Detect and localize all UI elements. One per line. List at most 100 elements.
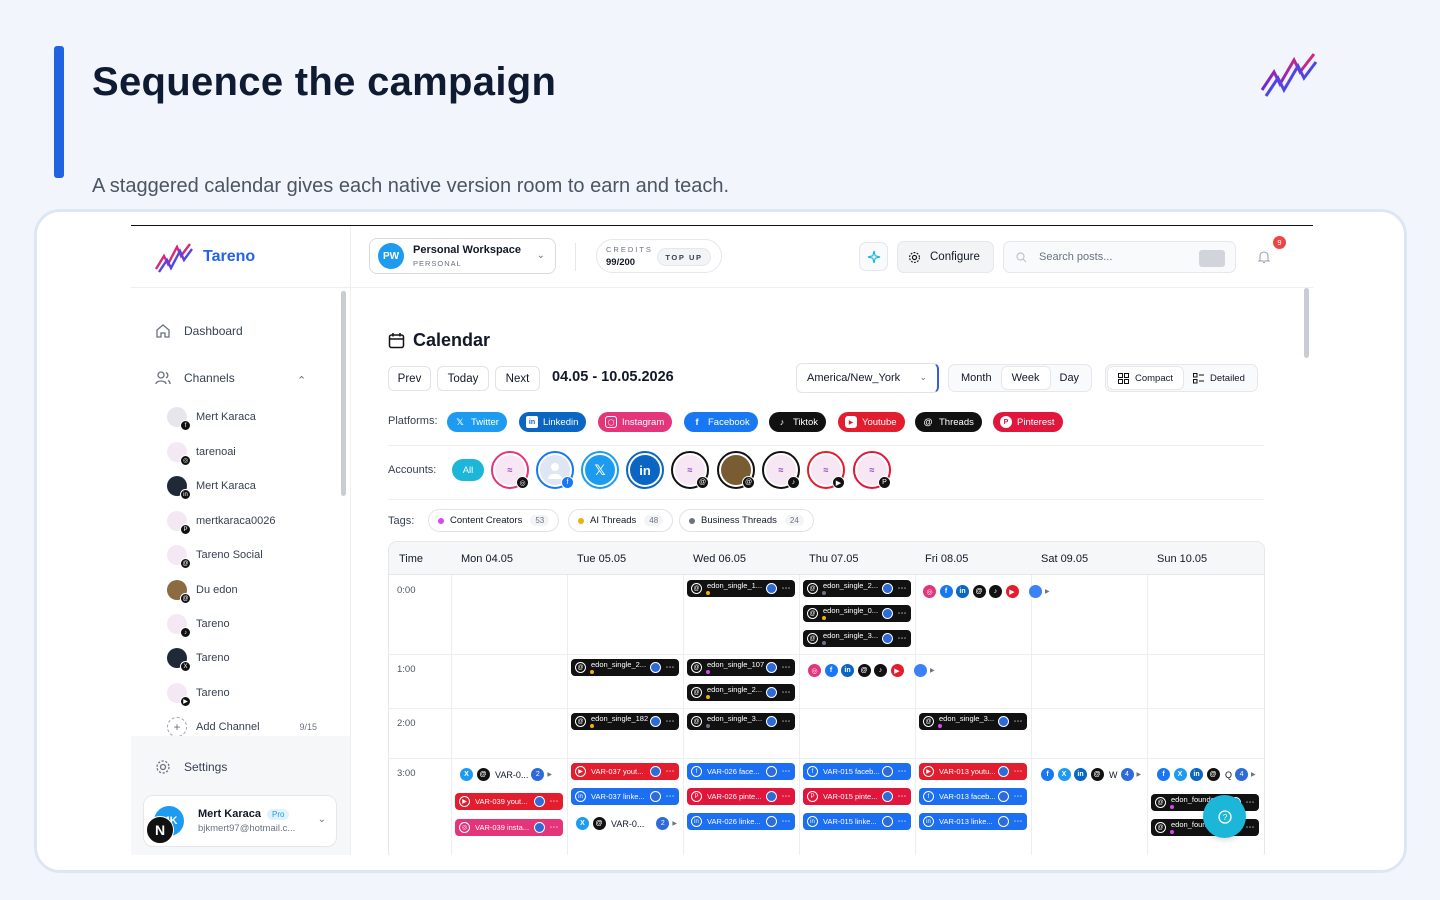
more-icon[interactable]: ⋯ [1013,791,1023,802]
more-icon[interactable]: ⋯ [1245,797,1255,808]
expand-arrow-icon[interactable]: ▶ [930,667,935,674]
more-icon[interactable]: ⋯ [781,716,791,727]
platform-filter-twitter[interactable]: 𝕏 Twitter [447,412,507,432]
configure-button[interactable]: Configure [897,241,994,273]
post-chip[interactable]: ◎ VAR-039 insta... ⋯ [455,819,563,836]
platform-filter-instagram[interactable]: ◯ Instagram [598,412,673,432]
post-chip[interactable]: in VAR-037 linke... ⋯ [571,788,679,805]
timezone-select[interactable]: America/New_York ⌄ [796,363,939,393]
sidebar-account-item[interactable]: ♪ Tareno [167,614,230,638]
post-chip[interactable]: ▶ VAR-039 yout... ⋯ [455,793,563,810]
accounts-filter-all[interactable]: All [452,459,484,481]
sidebar-item-dashboard[interactable]: Dashboard [155,323,243,339]
today-button[interactable]: Today [437,366,489,391]
more-icon[interactable]: ⋯ [897,816,907,827]
sidebar-account-item[interactable]: @ Du edon [167,580,238,604]
more-icon[interactable]: ⋯ [1245,822,1255,833]
sidebar-scrollbar[interactable] [341,291,346,496]
post-chip[interactable]: @ edon_single_3... ⋯ [803,630,911,647]
tag-filter[interactable]: Content Creators 53 [428,509,560,532]
post-chip[interactable]: in VAR-015 linke... ⋯ [803,813,911,830]
post-chip[interactable]: in VAR-013 linke... ⋯ [919,813,1027,830]
more-icon[interactable]: ⋯ [665,766,675,777]
account-filter-avatar[interactable]: ≈ @ [671,451,709,489]
density-detailed[interactable]: Detailed [1183,367,1255,389]
account-filter-avatar[interactable]: f [536,451,574,489]
post-chip[interactable]: @ edon_single_2... ⋯ [571,659,679,676]
sidebar-account-item[interactable]: X Tareno [167,648,230,672]
help-button[interactable]: ? [1203,795,1246,838]
expand-arrow-icon[interactable]: ▶ [547,771,552,778]
floating-badge[interactable]: N [146,816,174,844]
platform-filter-facebook[interactable]: f Facebook [684,412,758,432]
multi-platform-post-group[interactable]: ◎ f in @ ♪ ▶ ▶ [807,663,935,678]
view-week[interactable]: Week [1001,367,1050,389]
chevron-up-icon[interactable]: ⌃ [297,374,306,387]
view-day[interactable]: Day [1050,367,1090,389]
more-icon[interactable]: ⋯ [665,716,675,727]
more-icon[interactable]: ⋯ [781,662,791,673]
workspace-selector[interactable]: PW Personal Workspace PERSONAL ⌄ [369,238,556,274]
post-chip[interactable]: @ edon_single_3... ⋯ [687,713,795,730]
expand-arrow-icon[interactable]: ▶ [1045,588,1050,595]
post-chip[interactable]: @ edon_single_107 ⋯ [687,659,795,676]
more-icon[interactable]: ⋯ [781,583,791,594]
sidebar-account-item[interactable]: ▶ Tareno [167,683,230,707]
more-icon[interactable]: ⋯ [897,583,907,594]
tag-filter[interactable]: Business Threads 24 [679,509,814,532]
post-chip[interactable]: @ edon_single_2... ⋯ [687,684,795,701]
more-icon[interactable]: ⋯ [1013,766,1023,777]
more-icon[interactable]: ⋯ [897,633,907,644]
sidebar-account-item[interactable]: ◎ tarenoai [167,442,236,466]
account-filter-avatar[interactable]: ≈ P [853,451,891,489]
sidebar-logo-row[interactable]: Tareno [131,226,350,288]
account-filter-avatar[interactable]: ≈ ▶ [807,451,845,489]
post-chip[interactable]: @ edon_single_3... ⋯ [919,713,1027,730]
multi-platform-post-group[interactable]: f Xin @ W 4 ▶ [1040,767,1141,782]
multi-platform-post-group[interactable]: f Xin @ Q 4 ▶ [1156,767,1256,782]
post-chip[interactable]: @ edon_single_0... ⋯ [803,605,911,622]
account-filter-avatar[interactable]: 𝕏 [581,451,619,489]
post-chip[interactable]: P VAR-026 pinte... ⋯ [687,788,795,805]
expand-arrow-icon[interactable]: ▶ [1137,771,1142,778]
sidebar-item-channels[interactable]: Channels [155,370,235,386]
post-chip[interactable]: @ edon_single_2... ⋯ [803,580,911,597]
platform-filter-tiktok[interactable]: ♪ Tiktok [769,412,826,432]
sidebar-account-item[interactable]: @ Tareno Social [167,545,263,569]
post-chip[interactable]: ▶ VAR-013 youtu... ⋯ [919,763,1027,780]
add-channel-button[interactable]: + Add Channel 9/15 [167,717,317,737]
more-icon[interactable]: ⋯ [781,687,791,698]
sidebar-account-item[interactable]: in Mert Karaca [167,476,256,500]
post-chip[interactable]: in VAR-026 linke... ⋯ [687,813,795,830]
post-chip[interactable]: ▶ VAR-037 yout... ⋯ [571,763,679,780]
prev-button[interactable]: Prev [388,366,431,391]
post-chip[interactable]: @ edon_single_1... ⋯ [687,580,795,597]
platform-filter-youtube[interactable]: ▶ Youtube [838,412,905,432]
tag-filter[interactable]: AI Threads 48 [568,509,674,532]
more-icon[interactable]: ⋯ [781,816,791,827]
more-icon[interactable]: ⋯ [665,662,675,673]
multi-platform-post-group[interactable]: X @ VAR-0... 2 ▶ [575,816,677,831]
user-menu[interactable]: MK Mert KaracaPro bjkmert97@hotmail.c...… [143,795,337,847]
more-icon[interactable]: ⋯ [549,822,559,833]
more-icon[interactable]: ⋯ [781,766,791,777]
ai-assistant-button[interactable] [859,242,888,271]
account-filter-avatar[interactable]: in [626,451,664,489]
more-icon[interactable]: ⋯ [549,796,559,807]
view-month[interactable]: Month [951,367,1002,389]
account-filter-avatar[interactable]: ≈ ♪ [762,451,800,489]
account-filter-avatar[interactable]: @ [717,451,755,489]
post-chip[interactable]: f VAR-015 faceb... ⋯ [803,763,911,780]
more-icon[interactable]: ⋯ [897,608,907,619]
search-input[interactable] [1039,251,1189,263]
more-icon[interactable]: ⋯ [665,791,675,802]
main-scrollbar[interactable] [1304,288,1309,358]
more-icon[interactable]: ⋯ [1013,716,1023,727]
more-icon[interactable]: ⋯ [897,791,907,802]
sidebar-account-item[interactable]: P mertkaraca0026 [167,511,276,535]
post-chip[interactable]: f VAR-013 faceb... ⋯ [919,788,1027,805]
platform-filter-threads[interactable]: @ Threads [915,412,982,432]
multi-platform-post-group[interactable]: ◎ f in @ ♪ ▶ ▶ [922,584,1050,599]
multi-platform-post-group[interactable]: X @ VAR-0... 2 ▶ [459,767,552,782]
platform-filter-pinterest[interactable]: P Pinterest [993,412,1063,432]
